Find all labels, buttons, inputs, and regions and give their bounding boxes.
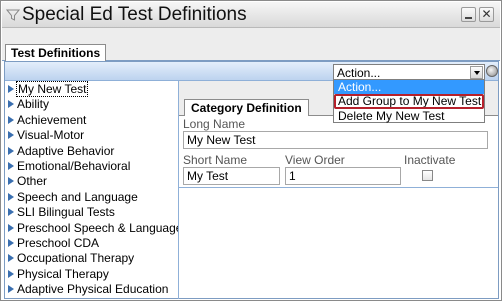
- short-name-field[interactable]: My Test: [183, 167, 280, 185]
- tree-item[interactable]: Adaptive Physical Education: [5, 282, 177, 297]
- category-tree: My New Test Ability Achievement Visual-M…: [5, 81, 178, 299]
- test-definitions-window: Special Ed Test Definitions ✕ Test Defin…: [0, 0, 502, 301]
- tree-item-label: Occupational Therapy: [17, 251, 135, 265]
- action-dropdown-menu: Action... Add Group to My New Test Delet…: [333, 79, 485, 123]
- main-panel: Action... Action... Add Group to My New …: [4, 61, 499, 299]
- minimize-icon: [465, 17, 472, 19]
- tree-item[interactable]: Visual-Motor: [5, 128, 177, 143]
- expand-triangle-icon[interactable]: [8, 239, 14, 247]
- tree-item[interactable]: Physical Therapy: [5, 267, 177, 282]
- minimize-button[interactable]: [461, 7, 476, 22]
- gear-icon[interactable]: [486, 65, 498, 77]
- tree-item-label: Other: [17, 174, 48, 188]
- title-bar: Special Ed Test Definitions ✕: [2, 2, 500, 28]
- tree-item-label: Speech and Language: [17, 190, 138, 204]
- expand-triangle-icon[interactable]: [8, 100, 14, 108]
- tree-item-label: Preschool CDA: [17, 236, 100, 250]
- tree-item-label: Physical Therapy: [17, 267, 109, 281]
- menu-item-delete-test[interactable]: Delete My New Test: [334, 109, 484, 123]
- close-icon: ✕: [481, 7, 492, 21]
- tree-item[interactable]: Other: [5, 174, 177, 189]
- tree-item-label: SLI Bilingual Tests: [17, 205, 115, 219]
- short-name-label: Short Name: [183, 153, 248, 167]
- tree-item-label: Adaptive Behavior: [17, 144, 115, 158]
- tree-item[interactable]: Achievement: [5, 113, 177, 128]
- long-name-label: Long Name: [183, 117, 246, 131]
- tree-item[interactable]: SLI Bilingual Tests: [5, 205, 177, 220]
- view-order-label: View Order: [285, 153, 345, 167]
- tree-item-label: Adaptive Physical Education: [17, 282, 169, 296]
- expand-triangle-icon[interactable]: [8, 254, 14, 262]
- window-title: Special Ed Test Definitions: [22, 4, 247, 25]
- tree-item[interactable]: Preschool Speech & Language: [5, 221, 178, 236]
- tree-item-label: Ability: [17, 97, 50, 111]
- inactivate-label: Inactivate: [404, 153, 456, 167]
- tree-item[interactable]: Speech and Language: [5, 190, 177, 205]
- menu-item-action[interactable]: Action...: [334, 80, 484, 94]
- chevron-down-icon: [474, 71, 480, 75]
- tab-category-definition[interactable]: Category Definition: [184, 99, 309, 116]
- dropdown-arrow-button[interactable]: [470, 66, 483, 79]
- tree-item[interactable]: Occupational Therapy: [5, 251, 177, 266]
- main-tab-strip: Test Definitions: [2, 28, 500, 62]
- expand-triangle-icon[interactable]: [8, 270, 14, 278]
- expand-triangle-icon[interactable]: [8, 147, 14, 155]
- tree-item-label: My New Test: [16, 81, 89, 97]
- tree-item-label: Visual-Motor: [17, 128, 85, 142]
- expand-triangle-icon[interactable]: [8, 208, 14, 216]
- tree-item-label: Emotional/Behavioral: [17, 159, 131, 173]
- expand-triangle-icon[interactable]: [8, 285, 14, 293]
- expand-triangle-icon[interactable]: [8, 131, 14, 139]
- expand-triangle-icon[interactable]: [8, 193, 14, 201]
- menu-item-add-group[interactable]: Add Group to My New Test: [334, 94, 484, 109]
- tree-item[interactable]: Ability: [5, 97, 177, 112]
- close-button[interactable]: ✕: [479, 7, 494, 22]
- action-select-value: Action...: [337, 66, 381, 80]
- expand-triangle-icon[interactable]: [8, 85, 14, 93]
- tree-item-label: Achievement: [17, 113, 87, 127]
- expand-triangle-icon[interactable]: [8, 224, 14, 232]
- filter-icon[interactable]: [6, 8, 20, 22]
- tree-item[interactable]: My New Test: [5, 81, 177, 97]
- view-order-field[interactable]: 1: [285, 167, 401, 185]
- expand-triangle-icon[interactable]: [8, 116, 14, 124]
- expand-triangle-icon[interactable]: [8, 177, 14, 185]
- horizontal-splitter[interactable]: [179, 187, 498, 188]
- inactivate-checkbox[interactable]: [422, 170, 433, 181]
- long-name-field[interactable]: My New Test: [183, 131, 488, 149]
- tree-item[interactable]: Emotional/Behavioral: [5, 159, 177, 174]
- tree-item[interactable]: Preschool CDA: [5, 236, 177, 251]
- tree-item-label: Preschool Speech & Language: [17, 221, 178, 235]
- tree-item[interactable]: Adaptive Behavior: [5, 144, 177, 159]
- expand-triangle-icon[interactable]: [8, 162, 14, 170]
- tab-test-definitions[interactable]: Test Definitions: [5, 44, 107, 62]
